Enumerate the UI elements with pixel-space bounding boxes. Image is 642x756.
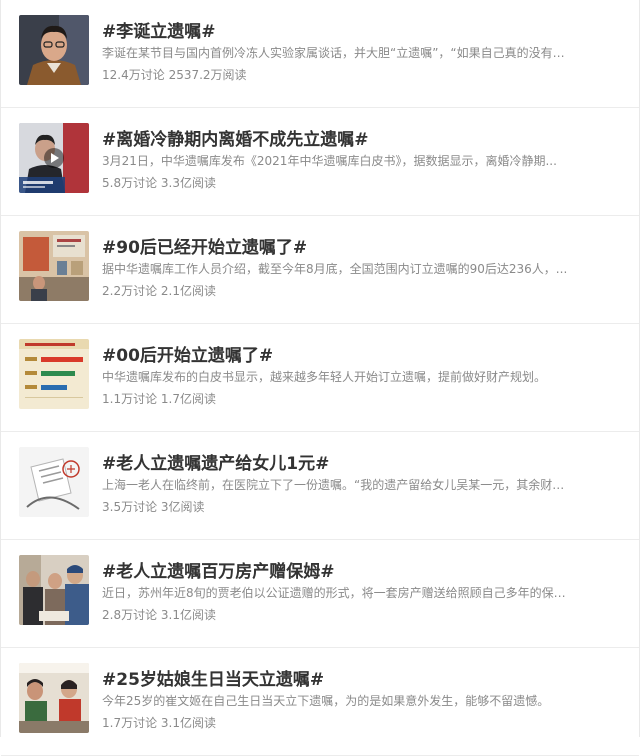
topic-thumbnail[interactable] [19,123,89,193]
man-with-glasses-photo-icon [19,15,89,85]
bar-chart-document-icon [19,339,89,409]
play-icon [44,148,64,168]
topic-stats: 1.7万讨论 3.1亿阅读 [102,714,216,731]
topic-thumbnail[interactable] [19,231,89,301]
discussion-count: 3.5万讨论 [102,500,158,514]
read-count: 1.7亿阅读 [160,392,217,406]
elderly-group-photo-icon [19,555,89,625]
topic-item[interactable]: #90后已经开始立遗嘱了# 据中华遗嘱库工作人员介绍，截至今年8月底，全国范围内… [1,216,639,324]
discussion-count: 2.2万讨论 [102,284,158,298]
topic-thumbnail[interactable] [19,555,89,625]
topic-item[interactable]: #李诞立遗嘱# 李诞在某节目与国内首例冷冻人实验家属谈话，并大胆“立遗嘱”，“如… [1,0,639,108]
topic-stats: 2.8万讨论 3.1亿阅读 [102,606,216,623]
topic-title[interactable]: #老人立遗嘱遗产给女儿1元# [102,449,329,474]
topic-thumbnail[interactable] [19,15,89,85]
topic-item[interactable]: #老人立遗嘱百万房产赠保姆# 近日，苏州年近8旬的贾老伯以公证遗赠的形式，将一套… [1,540,639,648]
read-count: 3亿阅读 [160,500,205,514]
women-at-counter-photo-icon [19,663,89,733]
will-stamp-illustration-icon [19,447,89,517]
topic-stats: 1.1万讨论 1.7亿阅读 [102,390,216,407]
discussion-count: 5.8万讨论 [102,176,158,190]
read-count: 3.1亿阅读 [160,716,217,730]
read-count: 3.1亿阅读 [160,608,217,622]
topic-title[interactable]: #老人立遗嘱百万房产赠保姆# [102,557,335,582]
topic-stats: 3.5万讨论 3亿阅读 [102,498,205,515]
topic-summary: 中华遗嘱库发布的白皮书显示，越来越多年轻人开始订立遗嘱，提前做好财产规划。 [102,370,547,384]
topic-summary: 李诞在某节目与国内首例冷冻人实验家属谈话，并大胆“立遗嘱”，“如果自己真的没有意… [102,46,572,60]
topic-title[interactable]: #离婚冷静期内离婚不成先立遗嘱# [102,125,369,150]
topic-thumbnail[interactable] [19,339,89,409]
discussion-count: 2.8万讨论 [102,608,158,622]
office-photo-icon [19,231,89,301]
topic-title[interactable]: #90后已经开始立遗嘱了# [102,233,307,258]
topic-title[interactable]: #00后开始立遗嘱了# [102,341,273,366]
discussion-count: 1.1万讨论 [102,392,158,406]
topic-title[interactable]: #25岁姑娘生日当天立遗嘱# [102,665,324,690]
read-count: 2537.2万阅读 [168,68,247,82]
topic-feed: #李诞立遗嘱# 李诞在某节目与国内首例冷冻人实验家属谈话，并大胆“立遗嘱”，“如… [0,0,640,756]
topic-item[interactable]: #25岁姑娘生日当天立遗嘱# 今年25岁的崔文姬在自己生日当天立下遗嘱，为的是如… [1,648,639,756]
topic-summary: 今年25岁的崔文姬在自己生日当天立下遗嘱，为的是如果意外发生，能够不留遗憾。 [102,694,550,708]
topic-thumbnail[interactable] [19,663,89,733]
topic-summary: 近日，苏州年近8旬的贾老伯以公证遗赠的形式，将一套房产赠送给照顾自己多年的保姆。… [102,586,572,600]
topic-item[interactable]: #离婚冷静期内离婚不成先立遗嘱# 3月21日，中华遗嘱库发布《2021年中华遗嘱… [1,108,639,216]
topic-thumbnail[interactable] [19,447,89,517]
topic-summary: 据中华遗嘱库工作人员介绍，截至今年8月底，全国范围内订立遗嘱的90后达236人，… [102,262,568,276]
discussion-count: 12.4万讨论 [102,68,165,82]
topic-item[interactable]: #00后开始立遗嘱了# 中华遗嘱库发布的白皮书显示，越来越多年轻人开始订立遗嘱，… [1,324,639,432]
topic-summary: 3月21日，中华遗嘱库发布《2021年中华遗嘱库白皮书》，据数据显示，离婚冷静期… [102,154,557,168]
read-count: 3.3亿阅读 [160,176,217,190]
topic-item[interactable]: #老人立遗嘱遗产给女儿1元# 上海一老人在临终前，在医院立下了一份遗嘱。“我的遗… [1,432,639,540]
topic-summary: 上海一老人在临终前，在医院立下了一份遗嘱。“我的遗产留给女儿吴某一元，其余财产包… [102,478,572,492]
topic-title[interactable]: #李诞立遗嘱# [102,17,216,42]
discussion-count: 1.7万讨论 [102,716,158,730]
topic-stats: 2.2万讨论 2.1亿阅读 [102,282,216,299]
topic-stats: 12.4万讨论 2537.2万阅读 [102,66,247,83]
topic-stats: 5.8万讨论 3.3亿阅读 [102,174,216,191]
read-count: 2.1亿阅读 [160,284,217,298]
